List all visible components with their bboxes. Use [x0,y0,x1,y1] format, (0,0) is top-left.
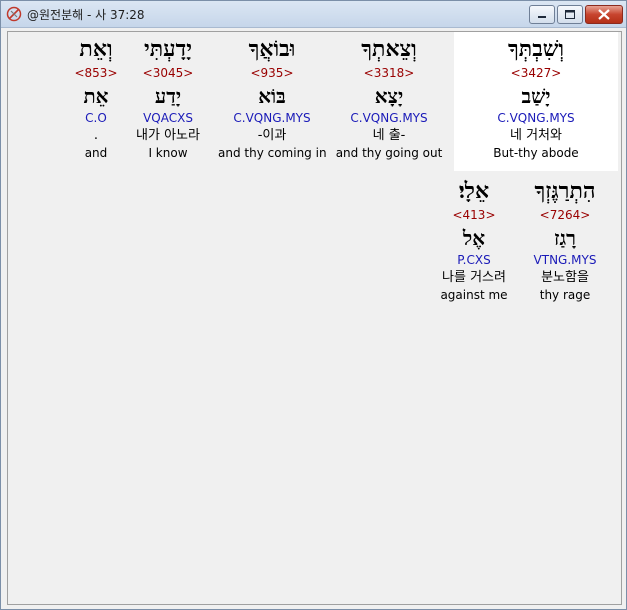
korean-gloss: 나를 거스려 [442,270,506,285]
english-gloss: But-thy abode [493,146,579,160]
hebrew-lemma: אֵת [83,84,109,108]
strong-number[interactable]: <935> [218,64,326,82]
word-column[interactable]: וְשִׁבְתְּךָ <3427> יָשַׁב C.VQNG.MYS 네 … [459,34,613,161]
morphology-code[interactable]: C.VQNG.MYS [459,110,613,127]
strong-number[interactable]: <3318> [335,64,443,82]
hebrew-lemma: אֶל [462,226,486,250]
english-gloss: and thy going out [335,146,443,160]
title-bar[interactable]: @원전분해 - 사 37:28 [1,1,626,28]
strong-number[interactable]: <7264> [520,206,610,224]
close-icon [598,9,610,20]
morphology-code[interactable]: VTNG.MYS [520,252,610,269]
hebrew-word: הִתְרַגֶּזְךָ [534,178,596,204]
morphology-code[interactable]: C.VQNG.MYS [335,110,443,127]
hebrew-lemma: בּוֹא [258,84,286,108]
hebrew-lemma: יָשַׁב [521,84,551,108]
korean-gloss: -이과 [257,128,287,143]
korean-gloss: 네 거처와 [510,128,562,143]
english-gloss: thy rage [539,288,591,302]
hebrew-lemma: יָצָא [374,84,404,108]
korean-gloss: 내가 아노라 [136,128,200,143]
hebrew-word: יָדָעְתִּי [144,36,192,62]
korean-gloss: . [93,128,99,143]
hebrew-word: וְאֵת [79,36,113,62]
hebrew-word: וְשִׁבְתְּךָ [507,36,565,62]
strong-number[interactable]: <853> [70,64,122,82]
hebrew-lemma: יָדַע [154,84,182,108]
minimize-icon [538,16,546,18]
app-icon [6,6,22,22]
strong-number[interactable]: <3045> [126,64,210,82]
minimize-button[interactable] [529,5,555,24]
close-button[interactable] [585,5,623,24]
strong-number[interactable]: <413> [428,206,520,224]
strong-number[interactable]: <3427> [459,64,613,82]
word-column[interactable]: וְצֵאתְךָ <3318> יָצָא C.VQNG.MYS 네 출- a… [335,34,443,161]
hebrew-word: וּבוֹאֲךָ [248,36,296,62]
hebrew-word: וְצֵאתְךָ [361,36,417,62]
word-column[interactable]: אֵלָי׃ <413> אֶל P.CXS 나를 거스려 against me [428,176,520,303]
english-gloss: and [84,146,108,160]
word-column[interactable]: וְאֵת <853> אֵת C.O . and [70,34,122,161]
app-window: @원전분해 - 사 37:28 וְשִׁבְתְּךָ <3427> יָשַ… [0,0,627,610]
word-column[interactable]: וּבוֹאֲךָ <935> בּוֹא C.VQNG.MYS -이과 and… [218,34,327,161]
word-column[interactable]: יָדָעְתִּי <3045> יָדַע VQACXS 내가 아노라 I … [126,34,210,161]
english-gloss: against me [440,288,508,302]
morphology-code[interactable]: C.O [70,110,122,127]
interlinear-panel[interactable]: וְשִׁבְתְּךָ <3427> יָשַׁב C.VQNG.MYS 네 … [7,31,622,605]
hebrew-word: אֵלָי׃ [458,178,490,204]
morphology-code[interactable]: VQACXS [126,110,210,127]
hebrew-lemma: רָגַז [553,226,576,250]
korean-gloss: 분노함을 [541,270,589,285]
window-title: @원전분해 - 사 37:28 [27,8,145,22]
word-column[interactable]: הִתְרַגֶּזְךָ <7264> רָגַז VTNG.MYS 분노함을… [520,176,610,303]
english-gloss: and thy coming in [218,146,327,160]
maximize-button[interactable] [557,5,583,24]
korean-gloss: 네 출- [372,128,406,143]
morphology-code[interactable]: C.VQNG.MYS [218,110,326,127]
maximize-icon [565,10,575,19]
morphology-code[interactable]: P.CXS [428,252,520,269]
english-gloss: I know [148,146,188,160]
